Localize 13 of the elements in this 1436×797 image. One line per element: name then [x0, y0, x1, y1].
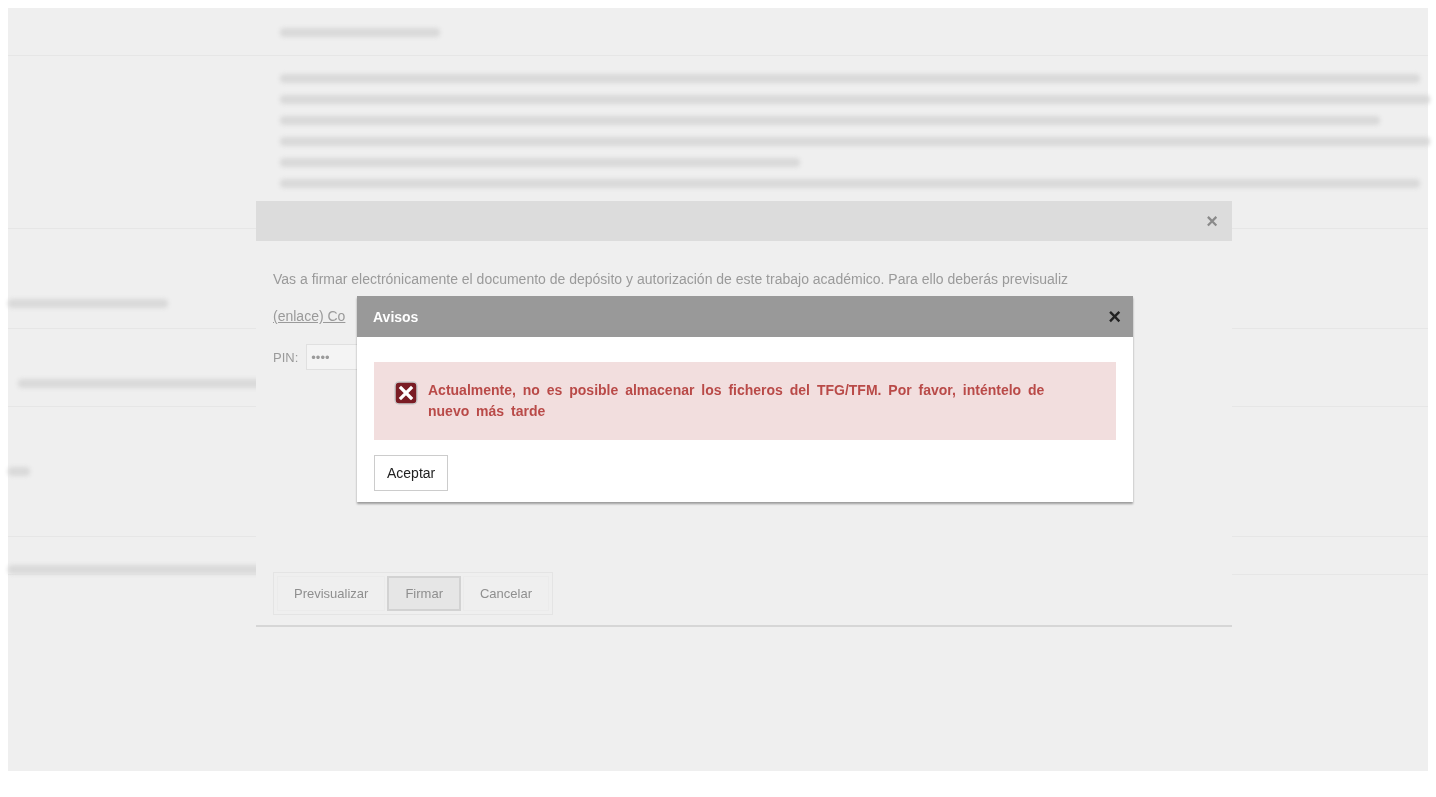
pin-label: PIN:: [273, 349, 299, 365]
accept-button[interactable]: Aceptar: [374, 455, 449, 491]
document-link[interactable]: (enlace) Co: [273, 308, 346, 324]
close-button[interactable]: ×: [1108, 305, 1121, 328]
dialog-button[interactable]: Firmar: [387, 576, 461, 611]
blurred-text: [8, 467, 30, 476]
error-text: Actualmente, no es posible almacenar los ficheros del TFG/TFM. Por favor, inténtelo de nuevo más tarde: [428, 381, 1046, 421]
dialog-button[interactable]: Cancelar: [462, 576, 549, 611]
error-icon: [394, 381, 418, 405]
dialog-description: Vas a firmar electrónicamente el documento de depósito y autorización de este trabajo académico. Para ello deberás previsualiz: [273, 270, 1070, 289]
alert-title: Avisos: [373, 308, 419, 325]
dialog-button[interactable]: Previsualizar: [277, 576, 386, 611]
close-button[interactable]: ×: [1206, 209, 1218, 233]
